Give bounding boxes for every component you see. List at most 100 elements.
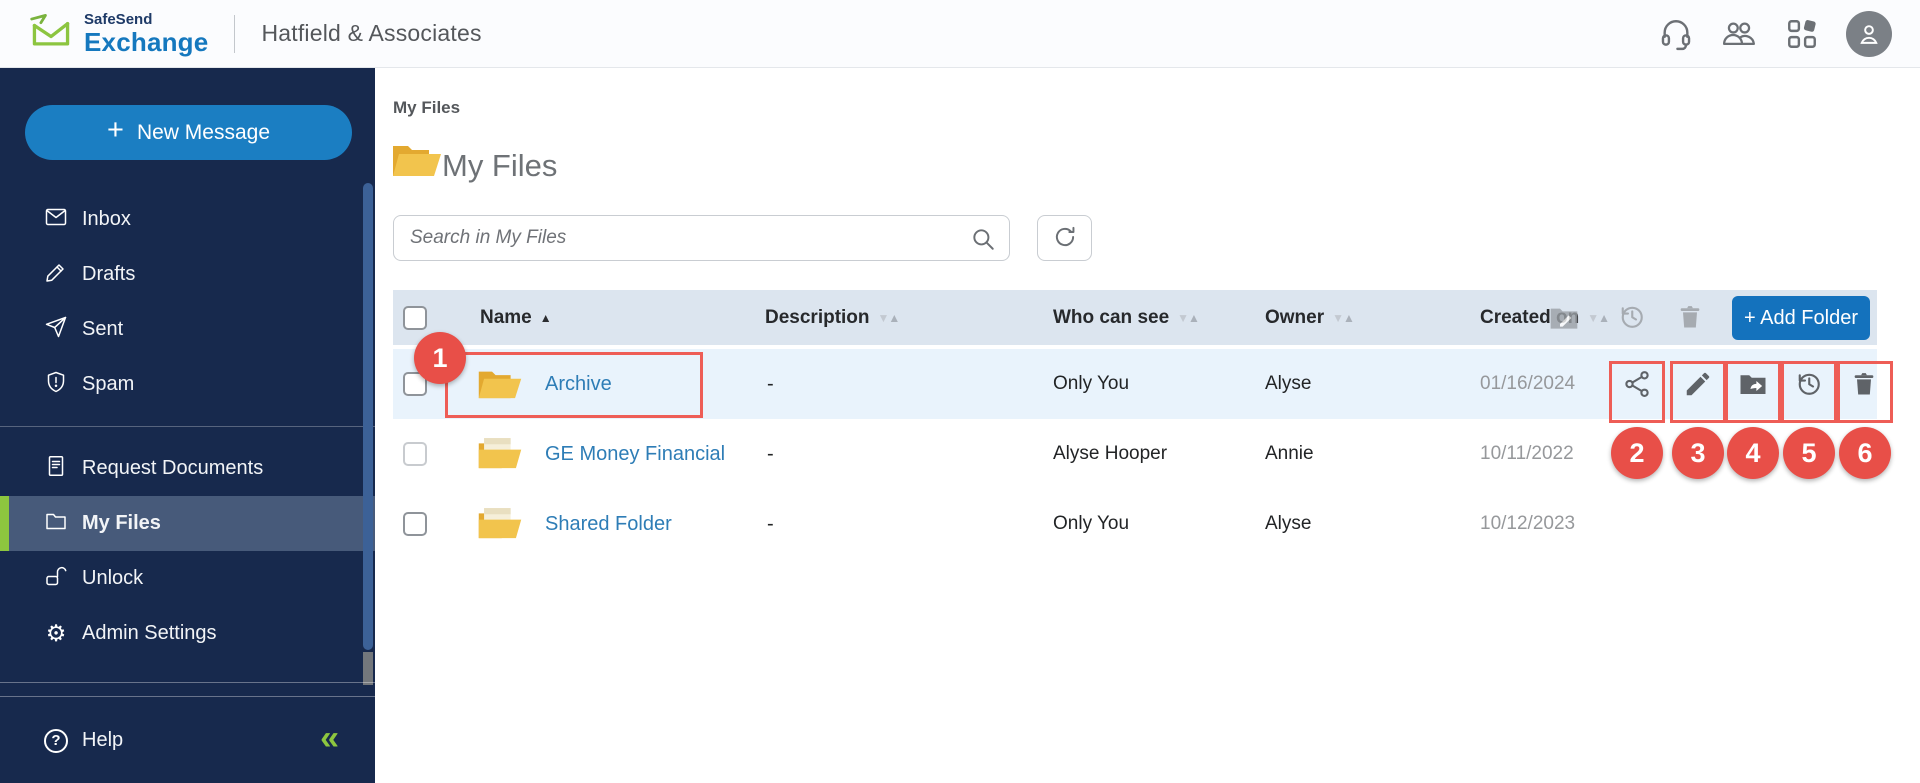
new-message-button[interactable]: + New Message bbox=[25, 105, 352, 160]
open-folder-icon bbox=[391, 138, 443, 187]
sidebar-footer-line bbox=[0, 696, 375, 697]
sidebar: + New Message Inbox Drafts Sent Spam Req… bbox=[0, 68, 375, 783]
safesend-logo[interactable]: SafeSend Exchange bbox=[28, 11, 208, 56]
sort-ascending-icon: ▲ bbox=[539, 310, 552, 325]
select-all-checkbox[interactable] bbox=[403, 305, 427, 330]
column-header-who-can-see[interactable]: Who can see ▼▲ bbox=[1053, 290, 1200, 345]
folder-name-link[interactable]: Shared Folder bbox=[545, 513, 672, 536]
folder-name-link[interactable]: Archive bbox=[545, 373, 612, 396]
sidebar-item-label: Drafts bbox=[82, 263, 136, 285]
sidebar-item-request-documents[interactable]: Request Documents bbox=[0, 441, 375, 496]
row-checkbox[interactable] bbox=[403, 442, 427, 466]
user-avatar[interactable] bbox=[1846, 10, 1892, 57]
apps-grid-icon[interactable] bbox=[1785, 17, 1819, 51]
column-header-name[interactable]: Name ▲ bbox=[480, 290, 552, 345]
sidebar-scrollbar-thumb[interactable] bbox=[363, 183, 373, 650]
sidebar-item-label: Request Documents bbox=[82, 457, 264, 479]
breadcrumb[interactable]: My Files bbox=[393, 98, 460, 118]
table-header-row: Name ▲ Description ▼▲ Who can see ▼▲ Own… bbox=[393, 290, 1877, 345]
row-checkbox[interactable] bbox=[403, 512, 427, 536]
edit-pencil-icon[interactable] bbox=[1683, 369, 1713, 399]
column-header-description[interactable]: Description ▼▲ bbox=[765, 290, 901, 345]
share-icon[interactable] bbox=[1622, 369, 1652, 399]
sidebar-item-label: Inbox bbox=[82, 208, 131, 230]
folder-open-icon bbox=[477, 349, 523, 419]
who-can-see-value: Only You bbox=[1053, 373, 1130, 394]
help-question-icon: ? bbox=[44, 728, 68, 753]
brand-name-bottom: Exchange bbox=[84, 27, 209, 57]
plus-icon: + bbox=[107, 114, 124, 146]
row-checkbox[interactable] bbox=[403, 372, 427, 396]
column-header-created-on[interactable]: Created on ▼▲ bbox=[1480, 290, 1610, 345]
description-value: - bbox=[767, 442, 774, 465]
sidebar-scrollbar-end bbox=[363, 652, 373, 685]
files-table: Name ▲ Description ▼▲ Who can see ▼▲ Own… bbox=[393, 290, 1893, 559]
search-box bbox=[393, 215, 1010, 261]
support-headset-icon[interactable] bbox=[1659, 17, 1693, 51]
owner-value: Alyse bbox=[1265, 373, 1312, 394]
table-row-shared-folder[interactable]: Shared Folder - Only You Alyse 10/12/202… bbox=[393, 489, 1877, 559]
table-row-archive[interactable]: Archive - Only You Alyse 01/16/2024 1 2 … bbox=[393, 332, 1893, 479]
sidebar-item-admin-settings[interactable]: ⚙ Admin Settings bbox=[0, 606, 375, 661]
sidebar-item-unlock[interactable]: Unlock bbox=[0, 551, 375, 606]
avatar-person-icon bbox=[1855, 20, 1883, 48]
description-value: - bbox=[767, 372, 774, 395]
column-header-owner[interactable]: Owner ▼▲ bbox=[1265, 290, 1355, 345]
bulk-history-icon[interactable] bbox=[1617, 302, 1647, 337]
company-name: Hatfield & Associates bbox=[261, 20, 482, 46]
who-can-see-value: Only You bbox=[1053, 513, 1130, 534]
sidebar-item-label: Spam bbox=[82, 373, 135, 395]
app-root: SafeSend Exchange Hatfield & Associates bbox=[0, 0, 1920, 783]
history-restore-icon[interactable] bbox=[1794, 369, 1824, 399]
brand-name-top: SafeSend bbox=[84, 11, 153, 28]
page-title: My Files bbox=[442, 147, 558, 183]
refresh-icon bbox=[1052, 224, 1078, 253]
add-folder-button[interactable]: + Add Folder bbox=[1732, 296, 1870, 340]
contacts-users-icon[interactable] bbox=[1720, 17, 1758, 51]
shared-folder-icon bbox=[477, 489, 523, 559]
header-divider bbox=[234, 14, 236, 53]
owner-value: Alyse bbox=[1265, 513, 1312, 534]
folder-name-link[interactable]: GE Money Financial bbox=[545, 443, 725, 466]
envelope-logo-icon bbox=[28, 11, 74, 56]
sidebar-divider bbox=[0, 426, 375, 427]
shared-folder-icon bbox=[477, 419, 523, 489]
sidebar-item-label: My Files bbox=[82, 512, 161, 534]
table-row-ge-money-financial[interactable]: GE Money Financial - Alyse Hooper Annie … bbox=[393, 419, 1877, 489]
move-folder-icon[interactable] bbox=[1738, 369, 1768, 399]
sidebar-footer-line bbox=[0, 682, 375, 683]
who-can-see-value: Alyse Hooper bbox=[1053, 443, 1168, 464]
sort-both-icon: ▼▲ bbox=[877, 310, 901, 325]
pencil-icon bbox=[44, 260, 68, 290]
description-value: - bbox=[767, 512, 774, 535]
delete-trash-icon[interactable] bbox=[1850, 369, 1880, 399]
paper-plane-icon bbox=[44, 315, 68, 345]
document-icon bbox=[44, 454, 68, 484]
unlock-icon bbox=[44, 564, 68, 594]
collapse-sidebar-icon[interactable]: « bbox=[320, 721, 339, 755]
sort-both-icon: ▼▲ bbox=[1587, 310, 1610, 325]
sidebar-item-label: Help bbox=[82, 729, 124, 751]
gear-icon: ⚙ bbox=[45, 620, 67, 646]
sidebar-item-drafts[interactable]: Drafts bbox=[0, 247, 375, 302]
top-header: SafeSend Exchange Hatfield & Associates bbox=[0, 0, 1920, 68]
sidebar-item-my-files[interactable]: My Files bbox=[0, 496, 375, 551]
shield-alert-icon bbox=[44, 370, 68, 400]
refresh-button[interactable] bbox=[1037, 215, 1092, 261]
sidebar-item-inbox[interactable]: Inbox bbox=[0, 192, 375, 247]
sidebar-item-help[interactable]: ? Help bbox=[0, 713, 375, 768]
sidebar-item-spam[interactable]: Spam bbox=[0, 357, 375, 412]
sidebar-item-label: Unlock bbox=[82, 567, 144, 589]
search-input[interactable] bbox=[394, 216, 934, 260]
sort-both-icon: ▼▲ bbox=[1177, 310, 1200, 325]
folder-icon bbox=[44, 509, 68, 539]
new-message-label: New Message bbox=[136, 120, 270, 144]
bulk-move-folder-icon[interactable] bbox=[1548, 302, 1580, 339]
sort-both-icon: ▼▲ bbox=[1332, 310, 1355, 325]
search-icon[interactable] bbox=[970, 226, 996, 257]
sidebar-item-label: Sent bbox=[82, 318, 124, 340]
sidebar-item-sent[interactable]: Sent bbox=[0, 302, 375, 357]
created-on-value: 10/12/2023 bbox=[1480, 513, 1576, 534]
bulk-delete-icon[interactable] bbox=[1676, 302, 1704, 337]
created-on-value: 01/16/2024 bbox=[1480, 373, 1576, 394]
